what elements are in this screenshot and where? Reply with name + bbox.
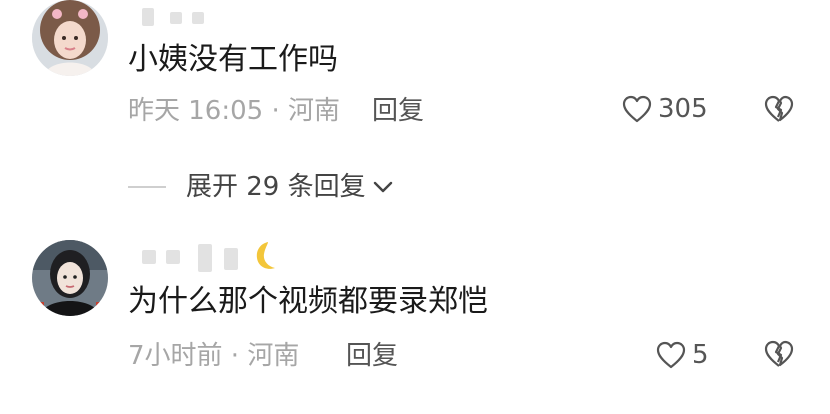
expand-divider (128, 186, 166, 188)
dislike-button[interactable] (764, 340, 794, 368)
broken-heart-icon (764, 340, 794, 368)
comment-time: 7小时前 (128, 341, 223, 371)
avatar-image (32, 240, 108, 316)
heart-outline-icon (622, 95, 652, 123)
broken-heart-icon (764, 95, 794, 123)
comment-meta: 昨天 16:05 · 河南 (128, 96, 340, 126)
avatar[interactable] (32, 0, 108, 76)
comment-text: 小姨没有工作吗 (128, 42, 338, 77)
expand-replies-button[interactable]: 展开 29 条回复 (128, 172, 394, 202)
comment-text: 为什么那个视频都要录郑恺 (128, 284, 488, 319)
comment-meta: 7小时前 · 河南 (128, 341, 299, 371)
expand-replies-label: 展开 29 条回复 (186, 172, 366, 202)
like-count: 305 (658, 94, 708, 124)
comment-list: 小姨没有工作吗 昨天 16:05 · 河南 回复 305 展开 29 条回复 为… (0, 0, 830, 414)
comment-time: 昨天 16:05 (128, 96, 264, 126)
chevron-down-icon (372, 179, 394, 195)
reply-button[interactable]: 回复 (346, 341, 398, 371)
dislike-button[interactable] (764, 95, 794, 123)
avatar[interactable] (32, 240, 108, 316)
comment-location: 河南 (288, 96, 341, 126)
crescent-moon-icon (254, 240, 278, 272)
reply-button[interactable]: 回复 (372, 96, 424, 126)
avatar-image (32, 0, 108, 76)
username-masked (142, 6, 222, 30)
comment-location: 河南 (247, 341, 300, 371)
meta-separator: · (222, 341, 248, 371)
like-count: 5 (692, 340, 709, 370)
like-button[interactable]: 5 (656, 340, 709, 370)
like-button[interactable]: 305 (622, 94, 708, 124)
heart-outline-icon (656, 341, 686, 369)
meta-separator: · (263, 96, 288, 126)
